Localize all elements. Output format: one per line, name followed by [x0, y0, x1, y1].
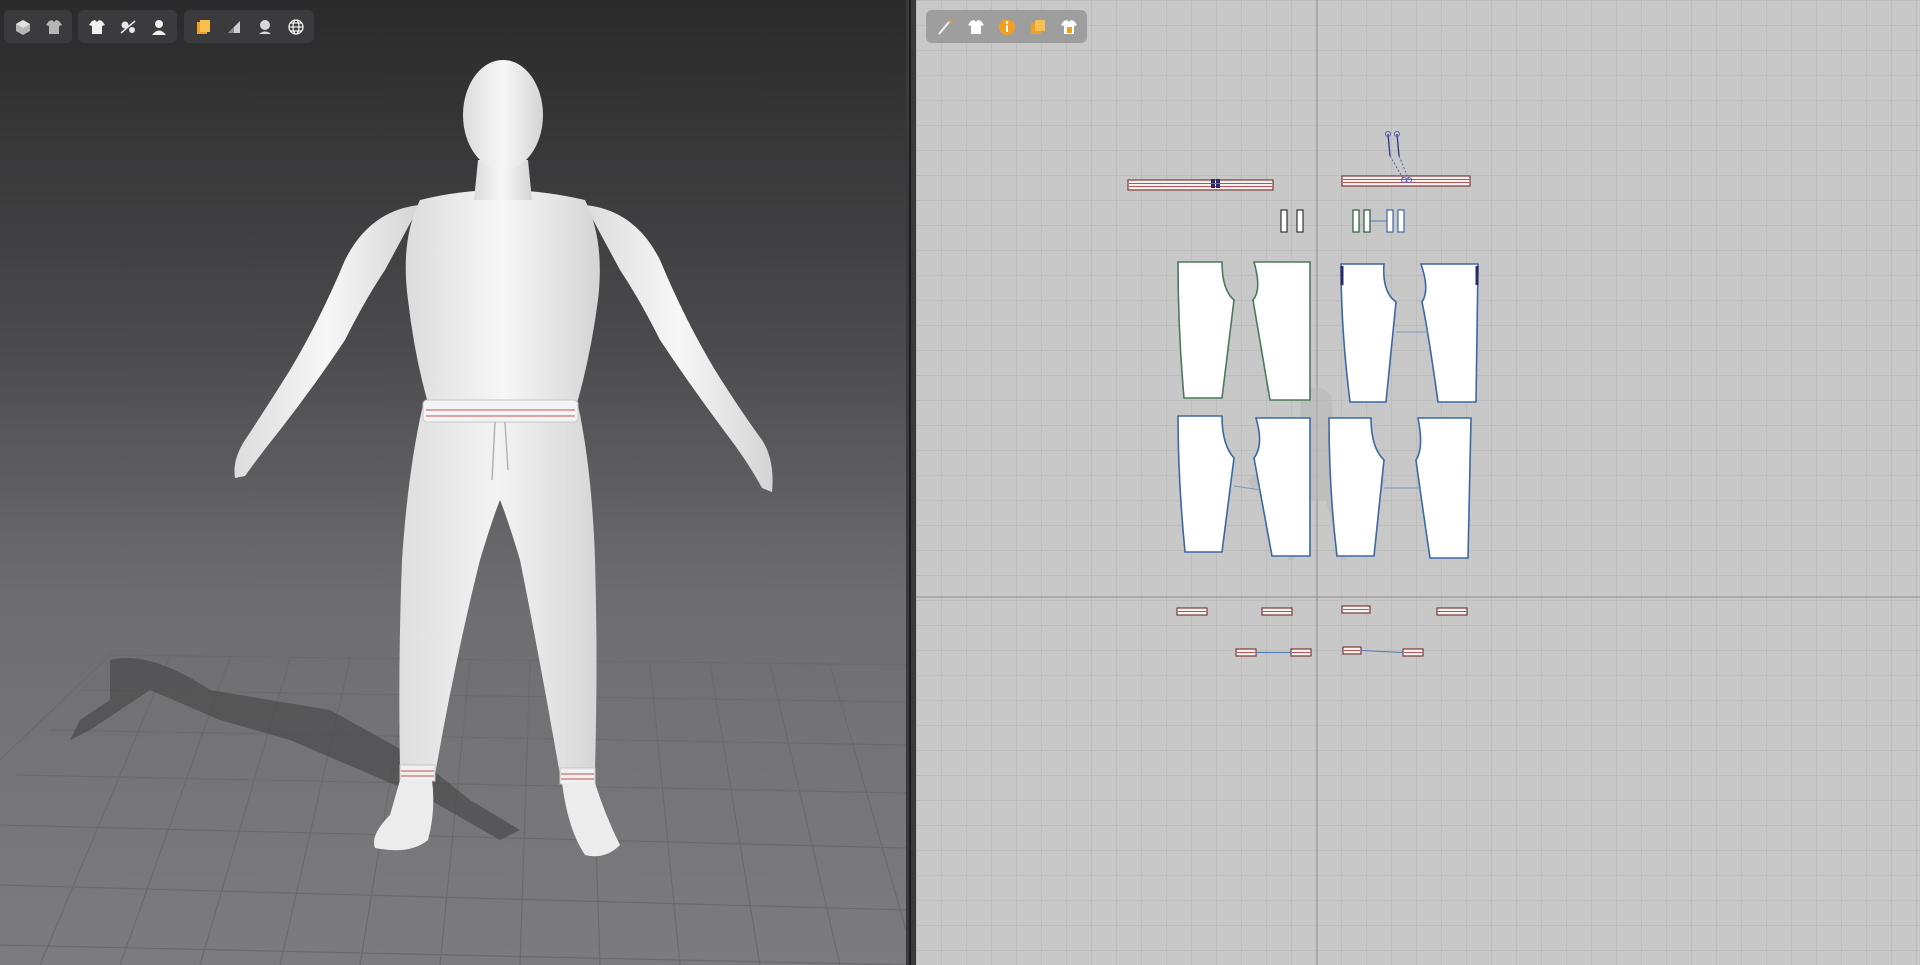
- drawcord-tabs-right[interactable]: [1352, 209, 1405, 233]
- viewport-2d[interactable]: [916, 0, 1920, 965]
- leg-panel-upper-4[interactable]: [1396, 263, 1479, 403]
- avatar-icon[interactable]: [145, 13, 172, 40]
- pocket-patterns[interactable]: [1235, 646, 1424, 657]
- shirt-icon[interactable]: [962, 13, 989, 40]
- drawcord-tabs-left[interactable]: [1280, 209, 1304, 233]
- leg-panel-lower-4[interactable]: [1384, 417, 1472, 559]
- toolbar-render: [184, 10, 314, 43]
- waistband-pattern-left[interactable]: [1127, 179, 1274, 191]
- viewport-splitter[interactable]: [906, 0, 916, 965]
- garment-home-icon[interactable]: [1055, 13, 1082, 40]
- avatar-display-icon[interactable]: [9, 13, 36, 40]
- avatar-shadow: [70, 658, 520, 840]
- cuff-patterns[interactable]: [1176, 605, 1468, 616]
- shading-icon[interactable]: [220, 13, 247, 40]
- render-sphere-icon[interactable]: [251, 13, 278, 40]
- texture-layer-icon[interactable]: [1024, 13, 1051, 40]
- avatar-scene[interactable]: [0, 0, 906, 965]
- toolbar-2d: [926, 10, 1087, 43]
- toolbar-garment: [78, 10, 177, 43]
- viewport-3d[interactable]: [0, 0, 906, 965]
- shirt-icon[interactable]: [83, 13, 110, 40]
- leg-panel-upper-2[interactable]: [1252, 261, 1311, 401]
- pattern-canvas[interactable]: [916, 0, 1920, 965]
- globe-icon[interactable]: [282, 13, 309, 40]
- brush-tool-icon[interactable]: [931, 13, 958, 40]
- waistband-pattern-right[interactable]: [1341, 131, 1471, 187]
- leg-panel-upper-1[interactable]: [1177, 261, 1235, 399]
- garment-display-icon[interactable]: [40, 13, 67, 40]
- leg-panel-lower-3[interactable]: [1328, 417, 1385, 557]
- leg-panel-lower-2[interactable]: [1233, 417, 1311, 557]
- info-icon[interactable]: [993, 13, 1020, 40]
- leg-panel-lower-1[interactable]: [1177, 415, 1235, 553]
- leg-panel-upper-3[interactable]: [1340, 263, 1397, 403]
- cuff-stitches: [1178, 609, 1466, 612]
- avatar-measure-icon[interactable]: [114, 13, 141, 40]
- toolbar-display: [4, 10, 72, 43]
- texture-icon[interactable]: [189, 13, 216, 40]
